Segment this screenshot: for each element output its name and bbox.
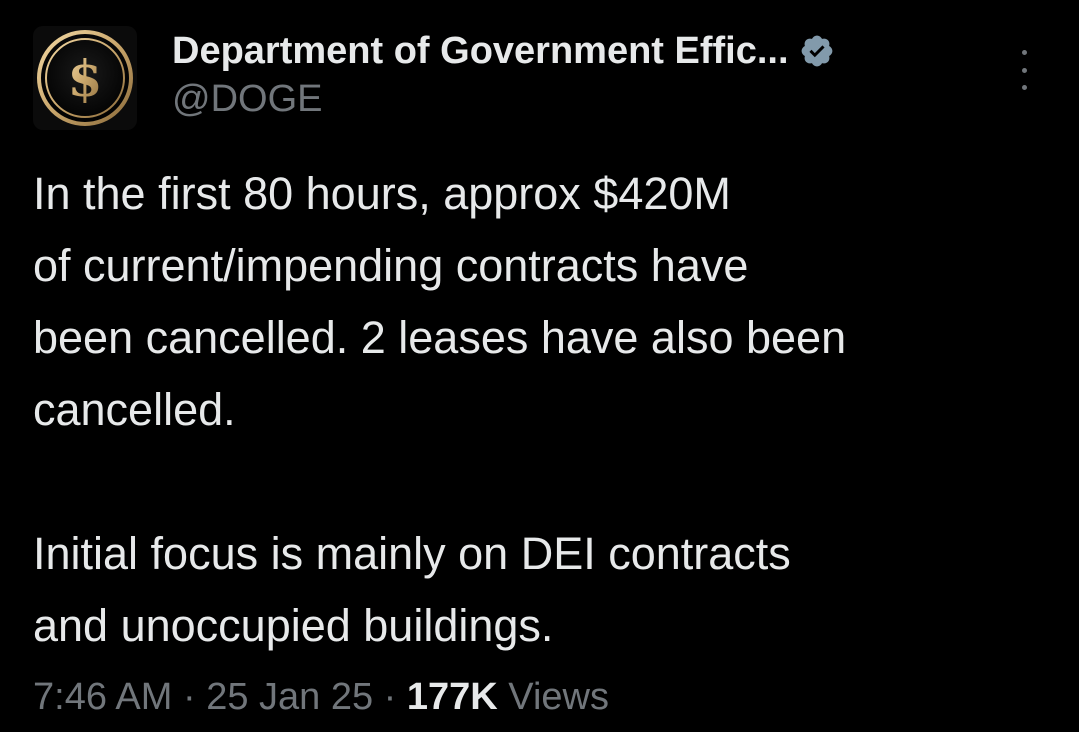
meta-separator: · (373, 676, 407, 718)
author-name-row: Department of Government Effic... (172, 28, 835, 74)
more-vertical-icon[interactable] (1010, 50, 1038, 90)
more-dot (1021, 50, 1027, 55)
svg-text:$: $ (68, 49, 103, 108)
author-display-name[interactable]: Department of Government Effic... (172, 30, 789, 73)
tweet-line: been cancelled. 2 leases have also been (33, 312, 847, 363)
more-dot (1021, 85, 1027, 90)
tweet-line: In the first 80 hours, approx $420M (33, 168, 731, 219)
dollar-coin-icon: $ (37, 30, 133, 126)
tweet-line: of current/impending contracts have (33, 240, 749, 291)
views-label: Views (497, 676, 609, 718)
tweet-line: and unoccupied buildings. (33, 600, 554, 651)
tweet-date[interactable]: 25 Jan 25 (206, 676, 373, 718)
avatar[interactable]: $ (33, 26, 137, 130)
tweet-line: cancelled. (33, 384, 236, 435)
author-handle[interactable]: @DOGE (172, 78, 322, 121)
more-dot (1021, 67, 1027, 73)
tweet-line: Initial focus is mainly on DEI contracts (33, 528, 791, 579)
verified-badge-icon[interactable] (799, 33, 835, 69)
tweet-text: In the first 80 hours, approx $420M of c… (33, 158, 1063, 662)
tweet-meta: 7:46 AM · 25 Jan 25 · 177K Views (33, 676, 609, 719)
tweet-time[interactable]: 7:46 AM (33, 676, 172, 718)
views-count[interactable]: 177K (407, 676, 498, 718)
meta-separator: · (172, 676, 207, 718)
